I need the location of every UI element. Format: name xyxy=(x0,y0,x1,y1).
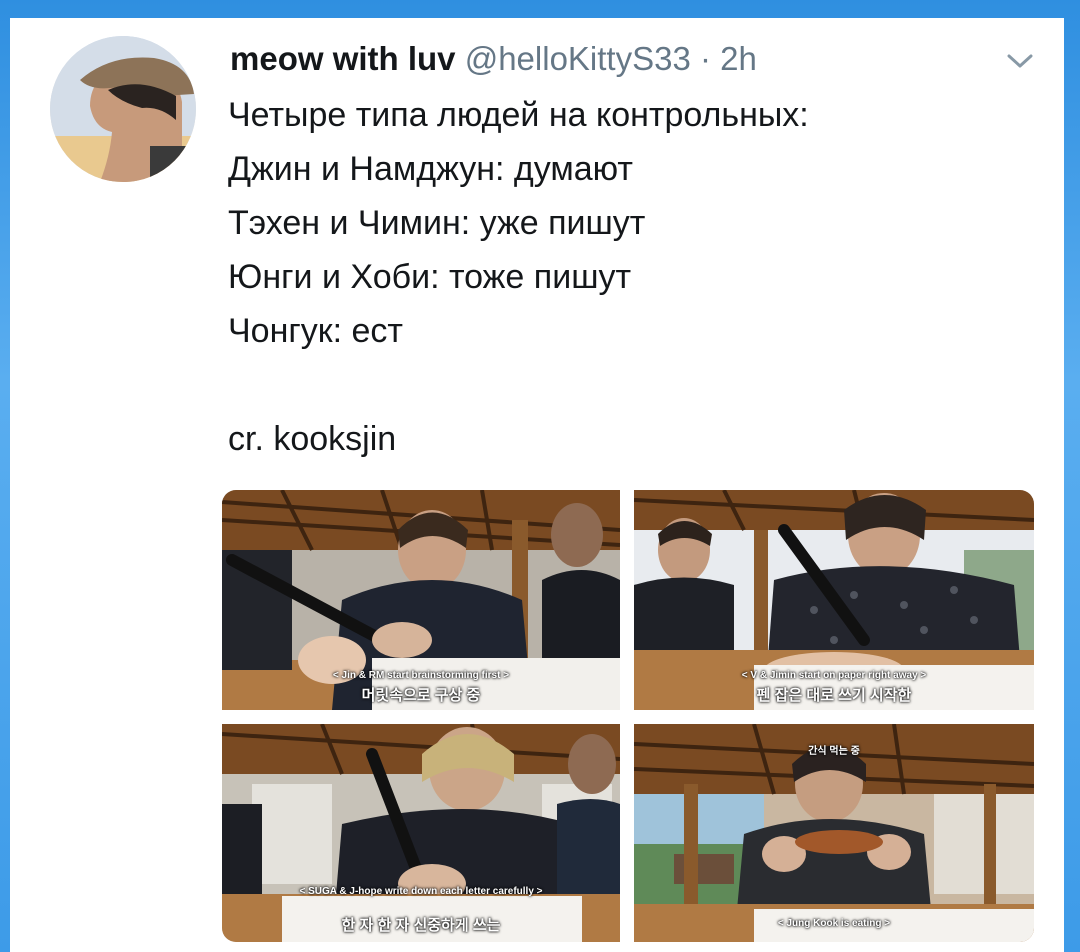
credit-line: cr. kooksjin xyxy=(228,420,397,458)
avatar-image xyxy=(50,36,196,182)
user-handle[interactable]: @helloKittyS33 xyxy=(465,40,691,77)
photo-v-jimin[interactable]: < V & Jimin start on paper right away > … xyxy=(634,490,1034,710)
avatar[interactable] xyxy=(50,36,196,182)
display-name[interactable]: meow with luv xyxy=(230,40,456,77)
photo-subtitle-en: < Jin & RM start brainstorming first > xyxy=(332,670,510,681)
separator-dot: · xyxy=(700,40,711,77)
tweet-text: Четыре типа людей на контрольных: Джин и… xyxy=(228,88,1028,466)
chevron-down-icon[interactable] xyxy=(1005,46,1035,76)
tweet-line: Чонгук: ест xyxy=(228,312,403,350)
tweet-line: Четыре типа людей на контрольных: xyxy=(228,96,809,134)
tweet-line: Юнги и Хоби: тоже пишут xyxy=(228,258,632,296)
tweet-card[interactable]: meow with luv @helloKittyS33 · 2h Четыре… xyxy=(10,18,1064,952)
photo-subtitle-en: < SUGA & J-hope write down each letter c… xyxy=(299,886,543,897)
photo-subtitle-ko: 머릿속으로 구상 중 xyxy=(361,687,481,704)
photo-subtitle-en: < V & Jimin start on paper right away > xyxy=(741,670,927,681)
photo-subtitle-ko: 한 자 한 자 신중하게 쓰는 xyxy=(341,917,501,934)
tweet-line: Джин и Намджун: думают xyxy=(228,150,633,188)
photo-subtitle-en: < Jung Kook is eating > xyxy=(777,918,891,929)
media-grid: < Jin & RM start brainstorming first > 머… xyxy=(222,490,1034,942)
tweet-line: Тэхен и Чимин: уже пишут xyxy=(228,204,646,242)
photo-subtitle-ko: 펜 잡은 대로 쓰기 시작한 xyxy=(756,687,912,704)
photo-suga-jhope[interactable]: < SUGA & J-hope write down each letter c… xyxy=(222,724,620,942)
photo-jin-rm[interactable]: < Jin & RM start brainstorming first > 머… xyxy=(222,490,620,710)
photo-jungkook[interactable]: 간식 먹는 중 < Jung Kook is eating > xyxy=(634,724,1034,942)
photo-subtitle-ko: 간식 먹는 중 xyxy=(808,746,860,757)
tweet-header: meow with luv @helloKittyS33 · 2h xyxy=(230,40,757,78)
timestamp[interactable]: 2h xyxy=(720,40,757,77)
